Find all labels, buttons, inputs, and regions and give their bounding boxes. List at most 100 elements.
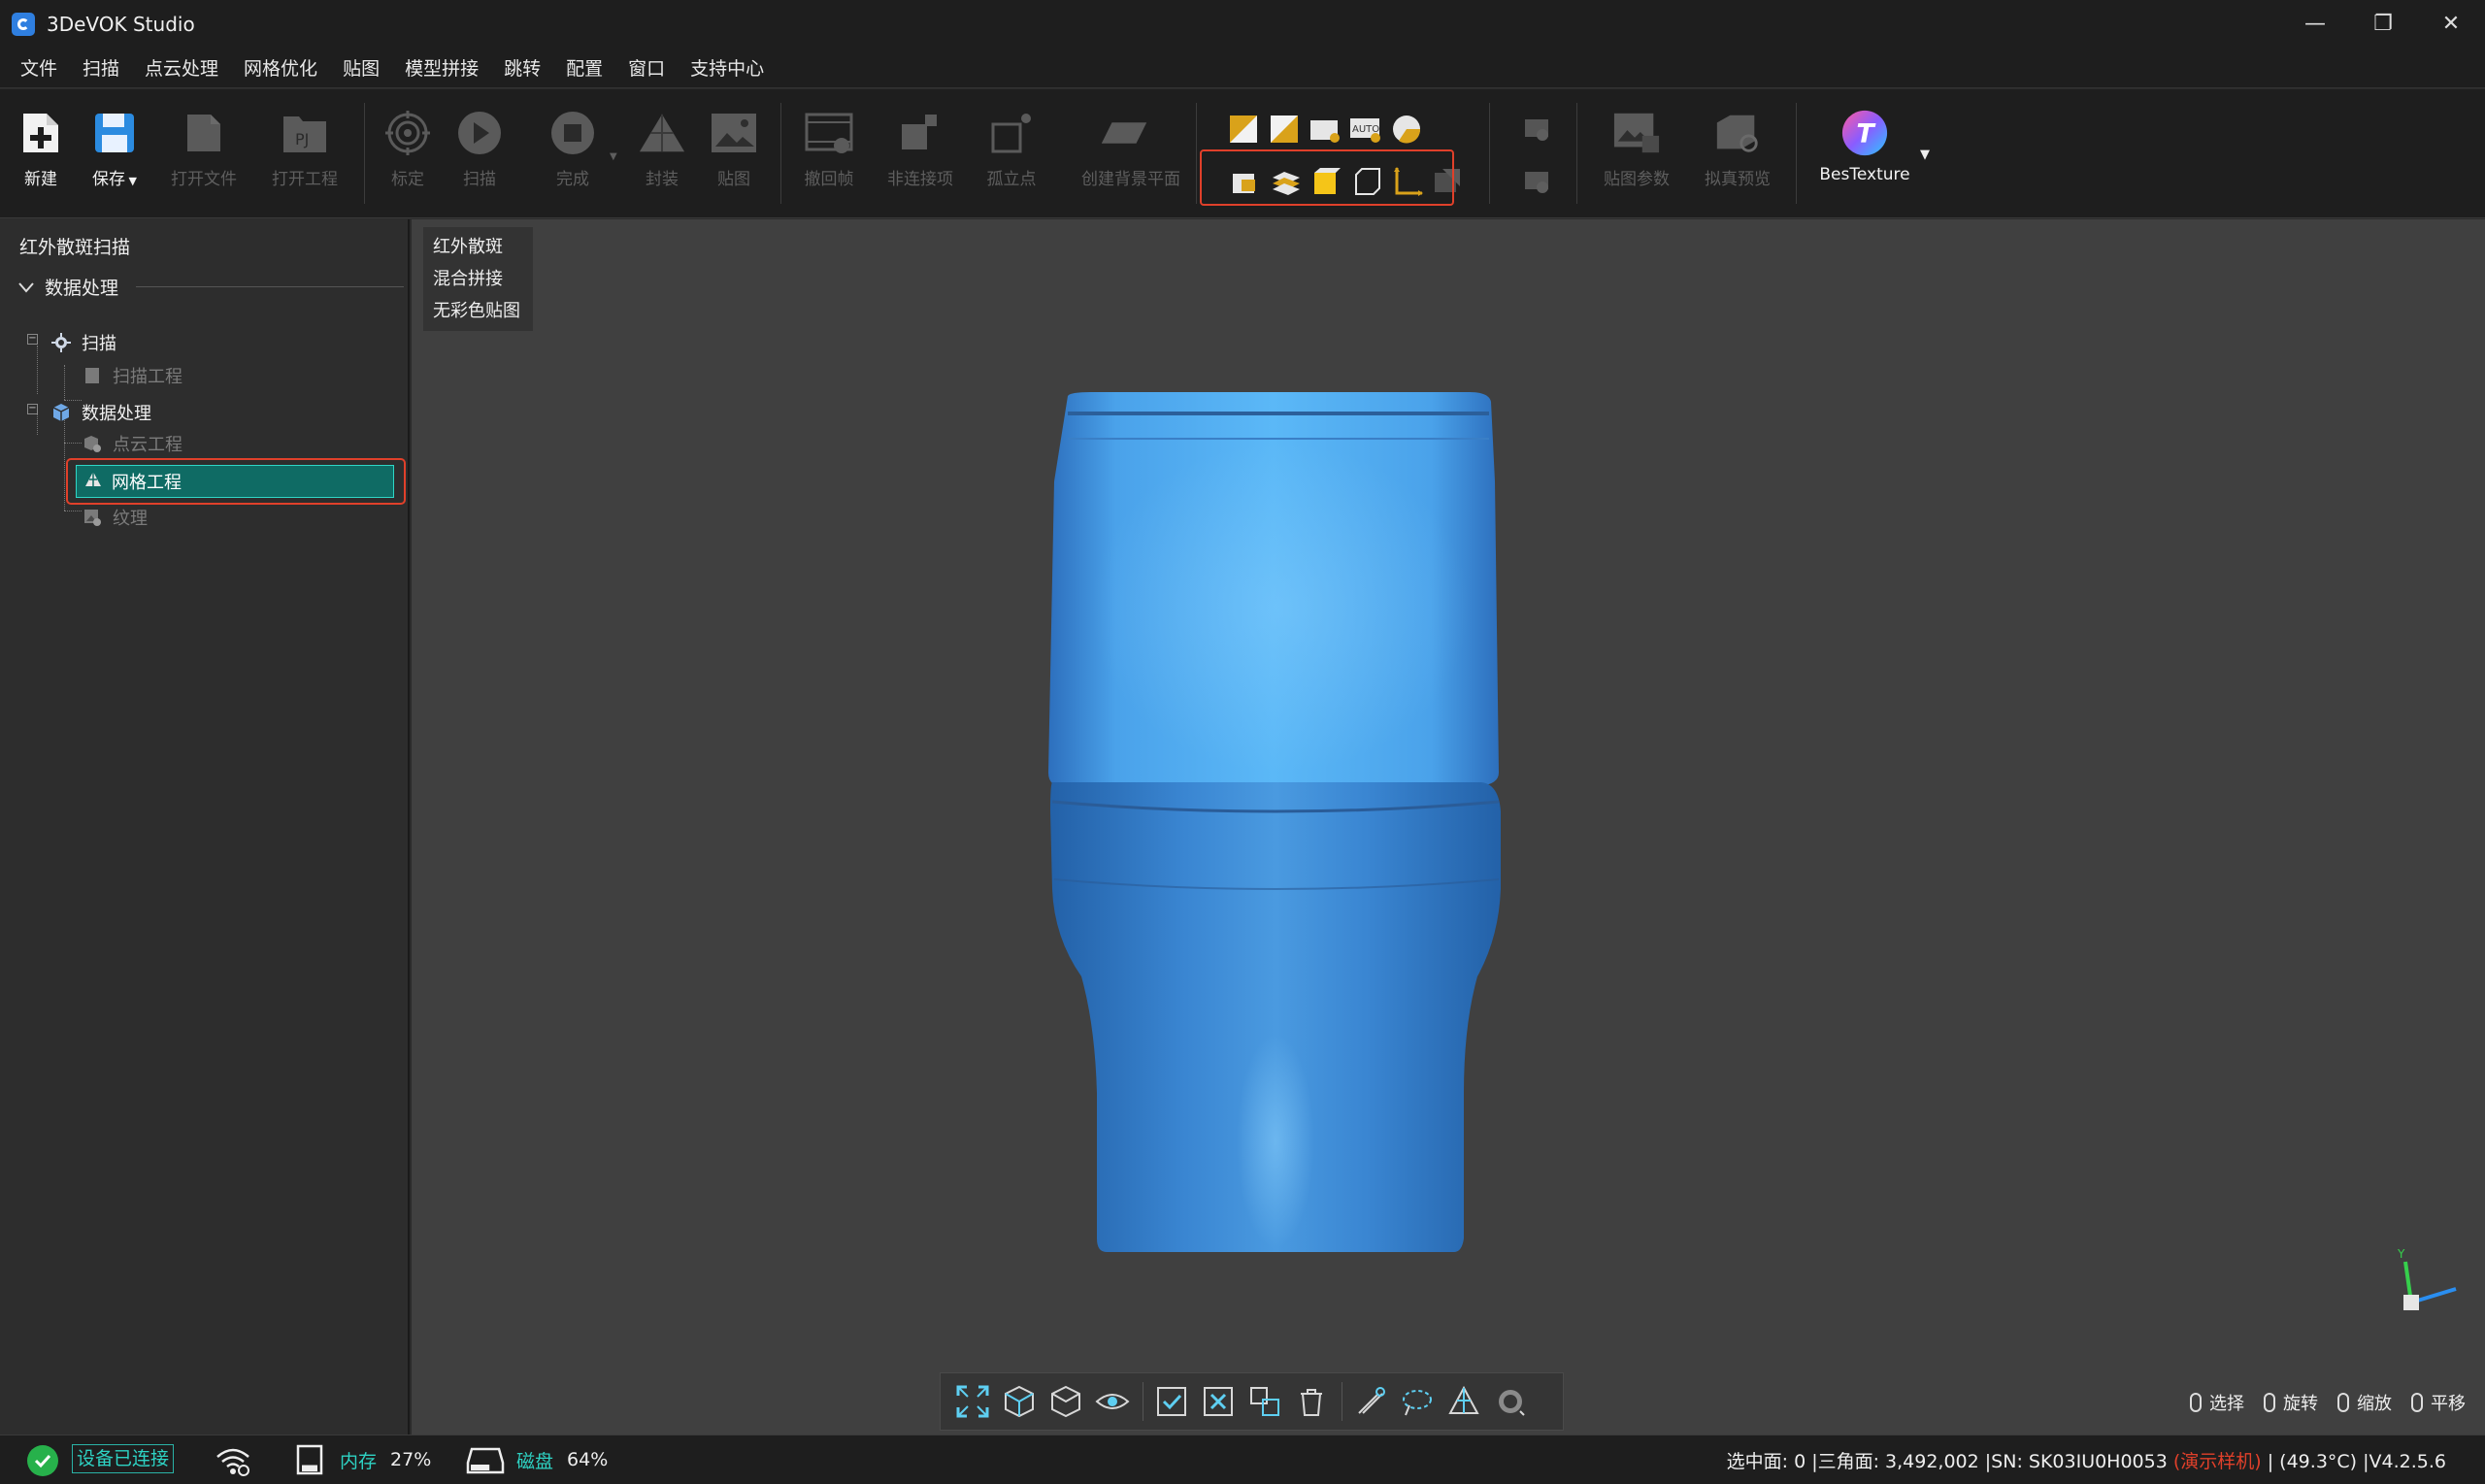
mouse-left-icon — [2190, 1393, 2202, 1412]
toolbar-separator — [364, 103, 365, 204]
menu-config[interactable]: 配置 — [553, 54, 615, 81]
non-connected-button[interactable]: 非连接项 — [881, 109, 959, 189]
menu-file[interactable]: 文件 — [8, 54, 70, 81]
tree-connector — [64, 443, 82, 444]
point-cloud-icon — [82, 433, 103, 454]
mode-sphere-icon[interactable] — [1390, 113, 1423, 146]
open-file-button[interactable]: 打开文件 — [165, 109, 243, 189]
menu-scan[interactable]: 扫描 — [70, 54, 132, 81]
hint-pan: 平移 — [2411, 1390, 2466, 1415]
project-panel: 红外散斑扫描 数据处理 − 扫描 扫描工程 − 数据处理 点云工程 网格工程 纹… — [0, 219, 410, 1435]
non-connected-icon — [896, 109, 944, 157]
section-divider — [136, 286, 404, 287]
menu-window[interactable]: 窗口 — [615, 54, 678, 81]
tree-node-texture[interactable]: 纹理 — [82, 503, 148, 532]
render-mode-icon[interactable] — [1488, 1379, 1533, 1424]
mesh-statistics: 选中面: 0 |三角面: 3,492,002 |SN: SK03IU0H0053… — [1726, 1451, 2446, 1472]
target-icon — [383, 109, 432, 157]
tree-node-scan[interactable]: 扫描 — [50, 328, 116, 357]
deselect-icon[interactable] — [1196, 1379, 1241, 1424]
camera-gear-icon[interactable] — [1520, 165, 1553, 198]
mesh-select-icon[interactable] — [1441, 1379, 1486, 1424]
new-file-icon — [17, 109, 65, 157]
front-view-cube-icon[interactable] — [997, 1379, 1042, 1424]
toolbar-separator — [1196, 103, 1197, 204]
tree-connector — [64, 365, 65, 400]
brush-select-icon[interactable] — [1348, 1379, 1393, 1424]
scanned-mesh-model[interactable] — [412, 219, 2485, 1435]
save-button[interactable]: 保存 ▼ — [76, 109, 153, 189]
undo-frame-button[interactable]: 撤回帧 — [790, 109, 868, 189]
scan-button[interactable]: 扫描 — [441, 109, 518, 189]
hint-select: 选择 — [2190, 1390, 2244, 1415]
restore-button[interactable]: ❐ — [2349, 0, 2417, 48]
isolated-points-button[interactable]: 孤立点 — [973, 109, 1050, 189]
menu-texture[interactable]: 贴图 — [330, 54, 392, 81]
close-button[interactable]: ✕ — [2417, 0, 2485, 48]
wifi-settings-icon[interactable] — [215, 1445, 250, 1476]
status-bar: 设备已连接 内存 27% 磁盘 64% 选中面: 0 |三角面: 3,492,0… — [0, 1435, 2485, 1484]
encapsulate-button[interactable]: 封装 — [623, 109, 701, 189]
disk-usage: 磁盘 64% — [466, 1443, 608, 1476]
film-undo-icon — [805, 109, 853, 157]
3d-viewport[interactable]: 红外散斑 混合拼接 无彩色贴图 Y 选择 旋转 缩放 平移 — [412, 219, 2485, 1435]
fit-view-icon[interactable] — [950, 1379, 995, 1424]
cube-icon — [50, 402, 72, 423]
axis-indicator-icon: Y — [2398, 1248, 2457, 1310]
finish-dropdown-arrow-icon[interactable]: ▼ — [610, 151, 617, 162]
menu-point-cloud[interactable]: 点云处理 — [132, 54, 231, 81]
lasso-select-icon[interactable] — [1395, 1379, 1440, 1424]
stop-icon — [548, 109, 597, 157]
menu-bar: 文件 扫描 点云处理 网格优化 贴图 模型拼接 跳转 配置 窗口 支持中心 — [0, 48, 2485, 88]
create-bg-plane-button[interactable]: 创建背景平面 — [1081, 109, 1180, 189]
data-processing-section[interactable]: 数据处理 — [16, 274, 404, 300]
invert-selection-icon[interactable] — [1242, 1379, 1287, 1424]
texture-tree-icon — [82, 507, 103, 528]
tree-node-scan-project[interactable]: 扫描工程 — [82, 361, 182, 390]
select-all-icon[interactable] — [1149, 1379, 1194, 1424]
capture-preview-button[interactable]: 拟真预览 — [1699, 109, 1776, 189]
menu-support[interactable]: 支持中心 — [678, 54, 777, 81]
demo-device-tag: (演示样机) — [2172, 1451, 2262, 1472]
delete-trash-icon[interactable] — [1289, 1379, 1334, 1424]
chevron-down-icon[interactable] — [16, 277, 37, 298]
visibility-eye-icon[interactable] — [1090, 1379, 1135, 1424]
calibrate-button[interactable]: 标定 — [369, 109, 447, 189]
menu-model-merge[interactable]: 模型拼接 — [392, 54, 491, 81]
menu-jump[interactable]: 跳转 — [491, 54, 553, 81]
memory-usage: 内存 27% — [293, 1443, 431, 1476]
save-label: 保存 — [92, 170, 126, 189]
mouse-right-icon — [2264, 1393, 2275, 1412]
texture-button[interactable]: 贴图 — [695, 109, 773, 189]
dropdown-arrow-icon[interactable]: ▼ — [125, 175, 137, 187]
mode-shade-icon[interactable] — [1268, 113, 1301, 146]
mode-half-shade-icon[interactable] — [1227, 113, 1260, 146]
bestexture-button[interactable]: T BesTexture — [1811, 109, 1918, 184]
toolbar-separator — [1489, 103, 1490, 204]
collapse-toggle[interactable]: − — [27, 404, 38, 414]
mode-texture-icon[interactable] — [1309, 113, 1342, 146]
bestexture-dropdown-arrow-icon[interactable]: ▼ — [1920, 148, 1930, 162]
new-button[interactable]: 新建 — [2, 109, 80, 189]
open-project-button[interactable]: PJ 打开工程 — [266, 109, 344, 189]
mesh-triangle-icon — [84, 471, 102, 492]
mode-auto-icon[interactable]: AUTO — [1349, 113, 1382, 146]
menu-mesh-optimize[interactable]: 网格优化 — [231, 54, 330, 81]
svg-text:Y: Y — [2398, 1248, 2405, 1261]
device-connected-status[interactable]: 设备已连接 — [72, 1444, 175, 1473]
mouse-wheel-icon — [2337, 1393, 2349, 1412]
scan-settings-icon — [50, 332, 72, 353]
connected-check-icon — [27, 1445, 58, 1476]
tree-node-mesh-project[interactable]: 网格工程 — [76, 465, 394, 498]
scan-mode-title: 红外散斑扫描 — [19, 237, 131, 258]
tree-node-point-cloud-project[interactable]: 点云工程 — [82, 429, 182, 458]
tree-node-data-processing[interactable]: 数据处理 — [50, 398, 151, 427]
iso-view-cube-icon[interactable] — [1044, 1379, 1088, 1424]
camera-settings-icon[interactable] — [1520, 113, 1553, 146]
toolbar-separator — [1576, 103, 1577, 204]
minimize-button[interactable]: — — [2281, 0, 2349, 48]
finish-button[interactable]: 完成 — [534, 109, 612, 189]
open-file-icon — [180, 109, 228, 157]
collapse-toggle[interactable]: − — [27, 334, 38, 345]
texture-params-button[interactable]: 贴图参数 — [1598, 109, 1675, 189]
